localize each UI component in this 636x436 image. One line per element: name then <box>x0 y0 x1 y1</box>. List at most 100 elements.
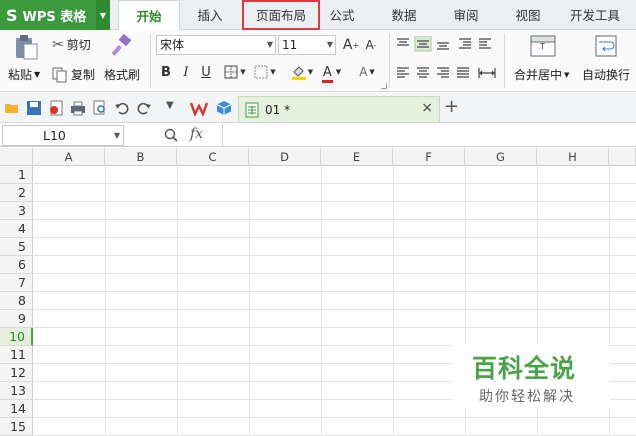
cut-button[interactable]: ✂ 剪切 <box>52 36 91 53</box>
merge-center-button[interactable]: 合并居中 ▼ <box>514 66 569 83</box>
zoom-search-icon[interactable] <box>164 128 178 142</box>
chevron-down-icon: ▼ <box>113 131 120 140</box>
print-icon[interactable] <box>70 100 86 116</box>
grid-line <box>33 219 636 220</box>
font-dialog-launcher-icon[interactable] <box>381 83 387 89</box>
tab-insert[interactable]: 插入 <box>182 0 238 30</box>
paste-label[interactable]: 粘贴 ▼ <box>8 66 40 83</box>
row-header-6[interactable]: 6 <box>0 256 33 274</box>
align-top-row-icons[interactable] <box>395 36 495 52</box>
print-preview-icon[interactable] <box>92 100 108 116</box>
row-header-9[interactable]: 9 <box>0 310 33 328</box>
align-bottom-row-icons[interactable] <box>395 66 497 80</box>
tab-page-layout[interactable]: 页面布局 <box>242 0 320 30</box>
watermark-logo: 百科全说 助你轻松解决 <box>452 344 610 410</box>
font-color-icon: A <box>321 65 333 83</box>
undo-icon[interactable] <box>114 100 130 116</box>
column-header-f[interactable]: F <box>393 148 465 166</box>
column-header-c[interactable]: C <box>177 148 249 166</box>
tab-review[interactable]: 审阅 <box>444 0 488 30</box>
row-header-13[interactable]: 13 <box>0 382 33 400</box>
row-header-4[interactable]: 4 <box>0 220 33 238</box>
row-header-15[interactable]: 15 <box>0 418 33 436</box>
merge-center-icon[interactable]: T <box>530 34 556 58</box>
paste-dropdown-icon: ▼ <box>34 70 41 79</box>
font-size-select[interactable]: 11 ▼ <box>278 35 336 55</box>
tab-developer[interactable]: 开发工具 <box>564 0 626 30</box>
tab-view[interactable]: 视图 <box>506 0 550 30</box>
eraser-icon: A <box>359 65 368 79</box>
row-header-12[interactable]: 12 <box>0 364 33 382</box>
cell-style-button[interactable]: ▼ <box>252 62 278 82</box>
column-header-h[interactable]: H <box>537 148 609 166</box>
tab-data[interactable]: 数据 <box>382 0 426 30</box>
borders-button[interactable]: ▼ <box>222 62 248 82</box>
new-tab-icon[interactable]: + <box>444 96 459 117</box>
underline-icon[interactable]: U <box>198 62 214 82</box>
export-pdf-icon[interactable] <box>48 100 64 116</box>
formula-input[interactable] <box>224 124 636 147</box>
chevron-down-icon: ▼ <box>307 68 314 76</box>
decrease-font-icon[interactable]: A- <box>362 35 380 55</box>
grid-line <box>33 255 636 256</box>
row-header-2[interactable]: 2 <box>0 184 33 202</box>
wps-cloud-icon[interactable] <box>190 100 208 116</box>
copy-icon <box>52 67 67 82</box>
grid-line <box>33 273 636 274</box>
format-painter-brush[interactable] <box>110 34 134 58</box>
row-header-14[interactable]: 14 <box>0 400 33 418</box>
select-all-corner[interactable] <box>0 148 33 166</box>
copy-button[interactable]: 复制 <box>52 66 95 83</box>
column-header-a[interactable]: A <box>33 148 105 166</box>
column-header-g[interactable]: G <box>465 148 537 166</box>
column-header-e[interactable]: E <box>321 148 393 166</box>
bold-icon[interactable]: B <box>158 62 174 82</box>
cell-style-icon <box>254 65 268 79</box>
formula-bar: L10 ▼ fx <box>0 124 636 147</box>
row-header-5[interactable]: 5 <box>0 238 33 256</box>
column-header-b[interactable]: B <box>105 148 177 166</box>
app-menu-button[interactable]: S WPS 表格 ▼ <box>0 0 110 30</box>
fill-color-button[interactable]: ▼ <box>288 62 316 82</box>
row-header-11[interactable]: 11 <box>0 346 33 364</box>
row-header-3[interactable]: 3 <box>0 202 33 220</box>
ribbon-tab-bar: S WPS 表格 ▼ 开始 插入 页面布局 公式 数据 审阅 视图 开发工具 <box>0 0 636 30</box>
row-header-10-selected[interactable]: 10 <box>0 328 33 346</box>
grid-line <box>105 166 106 436</box>
document-tab[interactable]: 01 * × <box>238 96 440 122</box>
format-painter-button[interactable]: 格式刷 <box>104 66 140 83</box>
paste-button[interactable] <box>12 34 42 60</box>
grid-line <box>33 237 636 238</box>
clear-format-button[interactable]: A ▼ <box>354 62 380 82</box>
formula-divider <box>222 124 223 147</box>
app-menu-caret-icon[interactable]: ▼ <box>96 0 110 30</box>
column-header-d[interactable]: D <box>249 148 321 166</box>
chevron-down-icon: ▼ <box>266 40 273 49</box>
font-name-select[interactable]: 宋体 ▼ <box>156 35 276 55</box>
customize-toolbar-icon[interactable]: ▼ <box>166 100 174 111</box>
copy-label: 复制 <box>71 68 96 82</box>
close-icon[interactable]: × <box>421 100 433 116</box>
fx-icon[interactable]: fx <box>190 126 203 142</box>
wrap-text-label: 自动换行 <box>582 68 631 82</box>
increase-font-icon[interactable]: A + <box>342 35 360 55</box>
open-folder-icon[interactable] <box>4 100 20 116</box>
wrap-text-button[interactable]: 自动换行 <box>582 66 630 83</box>
row-header-1[interactable]: 1 <box>0 166 33 184</box>
column-header-i[interactable] <box>609 148 636 166</box>
paste-text: 粘贴 <box>8 68 33 82</box>
fill-color-icon <box>291 66 306 80</box>
italic-icon[interactable]: I <box>178 62 194 82</box>
wrap-text-icon[interactable] <box>594 34 618 58</box>
tab-home[interactable]: 开始 <box>118 0 180 30</box>
cube-icon[interactable] <box>216 100 232 116</box>
paste-icon <box>16 35 38 60</box>
save-icon[interactable] <box>26 100 42 116</box>
tab-formulas[interactable]: 公式 <box>320 0 364 30</box>
row-header-7[interactable]: 7 <box>0 274 33 292</box>
row-header-8[interactable]: 8 <box>0 292 33 310</box>
name-box[interactable]: L10 ▼ <box>2 125 124 146</box>
font-color-button[interactable]: A ▼ <box>318 62 346 83</box>
grid-line <box>33 183 636 184</box>
redo-icon[interactable] <box>136 100 152 116</box>
